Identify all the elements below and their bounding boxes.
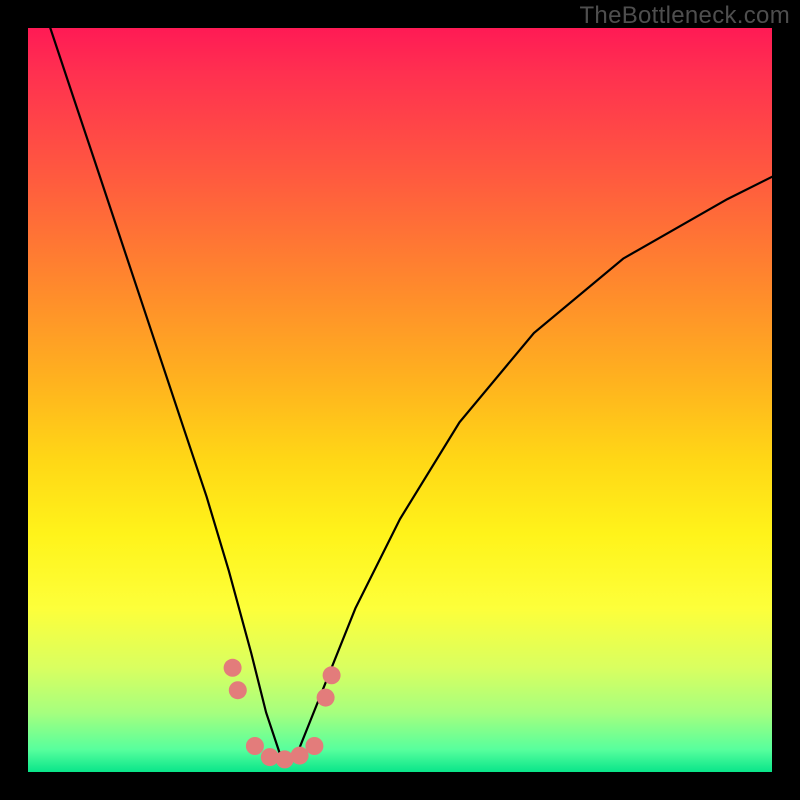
curve-marker: [291, 747, 309, 765]
outer-frame: TheBottleneck.com: [0, 0, 800, 800]
plot-area: [28, 28, 772, 772]
bottleneck-curve: [50, 28, 772, 757]
curve-marker: [323, 666, 341, 684]
curve-marker: [317, 689, 335, 707]
curve-marker: [246, 737, 264, 755]
curve-marker: [305, 737, 323, 755]
marker-group: [224, 659, 341, 769]
watermark-text: TheBottleneck.com: [579, 2, 790, 30]
curve-marker: [224, 659, 242, 677]
curve-marker: [229, 681, 247, 699]
chart-svg: [28, 28, 772, 772]
